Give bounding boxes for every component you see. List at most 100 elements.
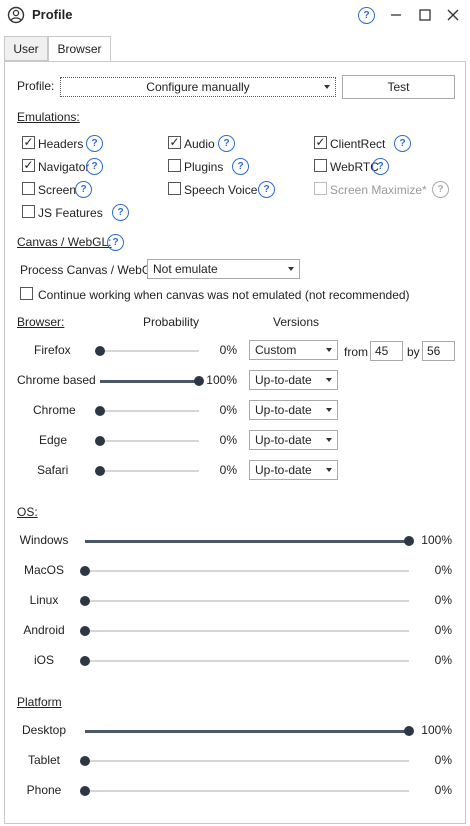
browser-slider-handle[interactable] xyxy=(95,466,105,476)
os-slider-handle[interactable] xyxy=(80,566,90,576)
os-percent: 0% xyxy=(434,623,452,637)
help-icon[interactable]: ? xyxy=(232,158,249,175)
os-slider-handle[interactable] xyxy=(80,656,90,666)
canvas-help-icon[interactable]: ? xyxy=(107,234,124,251)
platform-slider-track[interactable] xyxy=(85,760,409,762)
help-icon[interactable]: ? xyxy=(432,181,449,198)
browser-name: Firefox xyxy=(34,343,71,357)
os-slider-handle[interactable] xyxy=(80,596,90,606)
help-icon[interactable]: ? xyxy=(86,158,103,175)
tab-user[interactable]: User xyxy=(4,36,48,61)
emulation-label: ClientRect xyxy=(330,137,386,151)
os-slider-track[interactable] xyxy=(85,630,409,632)
chevron-down-icon xyxy=(288,267,294,271)
os-slider-fill xyxy=(85,539,409,543)
browser-percent: 0% xyxy=(219,343,237,357)
emulation-checkbox[interactable]: ✓ xyxy=(22,159,35,172)
profile-select[interactable]: Configure manually xyxy=(60,77,336,97)
platform-name: Desktop xyxy=(21,723,67,737)
browser-name: Chrome based xyxy=(17,373,96,387)
browser-percent: 100% xyxy=(206,373,237,387)
browser-percent: 0% xyxy=(219,463,237,477)
browser-slider-handle[interactable] xyxy=(95,346,105,356)
os-percent: 0% xyxy=(434,563,452,577)
emulation-label: Screen Maximize* xyxy=(330,183,427,197)
chevron-down-icon xyxy=(326,468,332,472)
chevron-down-icon xyxy=(326,378,332,382)
test-button[interactable]: Test xyxy=(342,75,455,99)
help-icon[interactable]: ? xyxy=(218,135,235,152)
platform-heading: Platform xyxy=(17,695,62,709)
help-icon[interactable]: ? xyxy=(394,135,411,152)
maximize-icon[interactable] xyxy=(418,8,432,22)
os-slider-track[interactable] xyxy=(85,600,409,602)
emulation-checkbox[interactable]: ✓ xyxy=(314,136,327,149)
process-canvas-value: Not emulate xyxy=(153,262,218,276)
browser-version-value: Up-to-date xyxy=(255,373,312,387)
browser-version-select[interactable]: Custom xyxy=(249,340,338,360)
os-name: iOS xyxy=(33,653,54,667)
from-version-input[interactable]: 45 xyxy=(370,341,403,361)
platform-percent: 0% xyxy=(434,753,452,767)
emulation-checkbox[interactable] xyxy=(168,159,181,172)
platform-slider-handle[interactable] xyxy=(80,786,90,796)
browser-name: Chrome xyxy=(33,403,76,417)
process-canvas-select[interactable]: Not emulate xyxy=(147,259,300,279)
browser-slider-fill xyxy=(100,379,199,383)
browser-slider-track[interactable] xyxy=(100,410,199,412)
browser-version-select[interactable]: Up-to-date xyxy=(249,400,338,420)
by-label: by xyxy=(407,345,420,359)
browser-version-select[interactable]: Up-to-date xyxy=(249,370,338,390)
emulation-label: Speech Voice xyxy=(184,183,258,197)
platform-percent: 0% xyxy=(434,783,452,797)
os-percent: 100% xyxy=(421,533,452,547)
emulation-checkbox[interactable] xyxy=(22,205,35,218)
os-slider-handle[interactable] xyxy=(80,626,90,636)
browser-percent: 0% xyxy=(219,403,237,417)
emulation-checkbox xyxy=(314,182,327,195)
from-label: from xyxy=(344,345,368,359)
continue-label: Continue working when canvas was not emu… xyxy=(38,288,410,302)
help-icon[interactable]: ? xyxy=(75,181,92,198)
help-icon[interactable]: ? xyxy=(372,158,389,175)
tab-browser[interactable]: Browser xyxy=(48,36,111,62)
emulation-checkbox[interactable] xyxy=(168,182,181,195)
browser-version-select[interactable]: Up-to-date xyxy=(249,460,338,480)
help-icon[interactable]: ? xyxy=(358,7,375,24)
os-slider-track[interactable] xyxy=(85,570,409,572)
minimize-icon[interactable] xyxy=(389,8,403,22)
probability-header: Probability xyxy=(143,315,200,329)
browser-name: Safari xyxy=(37,463,69,477)
browser-slider-handle[interactable] xyxy=(95,436,105,446)
help-icon[interactable]: ? xyxy=(258,181,275,198)
help-icon[interactable]: ? xyxy=(112,204,129,221)
platform-slider-handle[interactable] xyxy=(80,756,90,766)
platform-name: Phone xyxy=(26,783,62,797)
browser-slider-track[interactable] xyxy=(100,470,199,472)
browser-slider-track[interactable] xyxy=(100,350,199,352)
emulation-checkbox[interactable] xyxy=(22,182,35,195)
platform-slider-track[interactable] xyxy=(85,790,409,792)
emulation-checkbox[interactable] xyxy=(314,159,327,172)
emulation-label: Audio xyxy=(184,137,215,151)
emulation-checkbox[interactable]: ✓ xyxy=(168,136,181,149)
user-circle-icon xyxy=(7,6,25,24)
emulation-checkbox[interactable]: ✓ xyxy=(22,136,35,149)
chevron-down-icon xyxy=(326,438,332,442)
browser-version-value: Up-to-date xyxy=(255,433,312,447)
browser-slider-track[interactable] xyxy=(100,440,199,442)
chevron-down-icon xyxy=(324,85,330,89)
browser-version-value: Custom xyxy=(255,343,297,357)
os-slider-track[interactable] xyxy=(85,660,409,662)
by-version-input[interactable]: 56 xyxy=(422,341,455,361)
browser-slider-handle[interactable] xyxy=(95,406,105,416)
chevron-down-icon xyxy=(326,408,332,412)
versions-header: Versions xyxy=(273,315,320,329)
browser-version-select[interactable]: Up-to-date xyxy=(249,430,338,450)
profile-select-value: Configure manually xyxy=(146,80,250,94)
continue-checkbox[interactable] xyxy=(20,287,33,300)
help-icon[interactable]: ? xyxy=(86,135,103,152)
close-icon[interactable] xyxy=(446,8,460,22)
os-percent: 0% xyxy=(434,653,452,667)
browser-version-value: Up-to-date xyxy=(255,403,312,417)
